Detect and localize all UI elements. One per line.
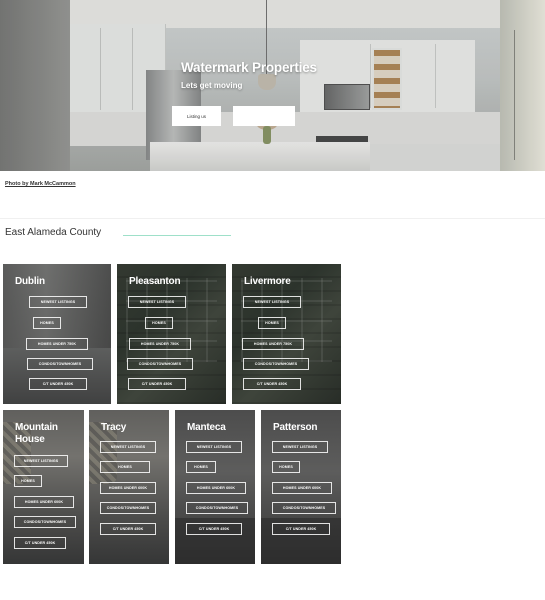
city-link-homes-under-600k[interactable]: HOMES UNDER 600K <box>186 482 246 494</box>
hero-photo-shade <box>0 0 545 171</box>
city-card-title: Tracy <box>101 422 127 433</box>
city-link-newest-listings[interactable]: NEWEST LISTINGS <box>186 441 242 453</box>
city-link-homes-under-600k[interactable]: HOMES UNDER 600K <box>100 482 156 494</box>
city-card-title: Dublin <box>15 276 45 287</box>
city-card-pleasanton: Pleasanton NEWEST LISTINGS HOMES HOMES UNDE… <box>117 264 226 404</box>
city-link-homes[interactable]: HOMES <box>100 461 150 473</box>
city-link-homes-under-600k[interactable]: HOMES UNDER 600K <box>272 482 332 494</box>
section-title-accent-line <box>123 235 231 236</box>
city-link-c-t-under-450k[interactable]: C/T UNDER 450K <box>272 523 330 535</box>
hero-title: Watermark Properties <box>181 60 317 75</box>
city-link-c-t-under-450k[interactable]: C/T UNDER 450K <box>14 537 66 549</box>
hero-banner: Watermark Properties Lets get moving Lis… <box>0 0 545 171</box>
city-link-c-t-under-450k[interactable]: C/T UNDER 450K <box>128 378 186 390</box>
city-link-newest-listings[interactable]: NEWEST LISTINGS <box>272 441 328 453</box>
city-link-newest-listings[interactable]: NEWEST LISTINGS <box>14 455 68 467</box>
city-link-homes[interactable]: HOMES <box>272 461 300 473</box>
city-card-tracy: Tracy NEWEST LISTINGS HOMES HOMES UNDER 600… <box>89 410 169 564</box>
city-card-patterson: Patterson NEWEST LISTINGS HOMES HOMES UNDER… <box>261 410 341 564</box>
hero-subtitle: Lets get moving <box>181 81 243 90</box>
city-link-homes-under-750k[interactable]: HOMES UNDER 750K <box>242 338 304 350</box>
city-card-title: Mountain House <box>15 422 58 445</box>
city-link-c-t-under-450k[interactable]: C/T UNDER 450K <box>100 523 156 535</box>
city-link-condos-townhomes[interactable]: CONDOS/TOWNHOMES <box>127 358 193 370</box>
listing-us-button[interactable]: Listing us <box>172 106 221 126</box>
city-link-c-t-under-450k[interactable]: C/T UNDER 450K <box>243 378 301 390</box>
city-link-homes[interactable]: HOMES <box>14 475 42 487</box>
city-link-homes[interactable]: HOMES <box>186 461 216 473</box>
city-link-c-t-under-450k[interactable]: C/T UNDER 450K <box>186 523 242 535</box>
city-link-condos-townhomes[interactable]: CONDOS/TOWNHOMES <box>27 358 93 370</box>
city-link-homes[interactable]: HOMES <box>33 317 61 329</box>
city-card-livermore: Livermore NEWEST LISTINGS HOMES HOMES UNDER… <box>232 264 341 404</box>
city-card-dublin: Dublin NEWEST LISTINGS HOMES HOMES UNDER 75… <box>3 264 111 404</box>
city-card-title: Livermore <box>244 276 291 287</box>
city-link-newest-listings[interactable]: NEWEST LISTINGS <box>29 296 87 308</box>
city-link-homes-under-750k[interactable]: HOMES UNDER 750K <box>129 338 191 350</box>
city-link-homes-under-600k[interactable]: HOMES UNDER 600K <box>14 496 74 508</box>
city-link-homes-under-750k[interactable]: HOMES UNDER 750K <box>26 338 88 350</box>
city-link-homes[interactable]: HOMES <box>145 317 173 329</box>
section-title: East Alameda County <box>5 227 102 238</box>
city-link-newest-listings[interactable]: NEWEST LISTINGS <box>243 296 301 308</box>
city-card-title: Manteca <box>187 422 226 433</box>
city-link-newest-listings[interactable]: NEWEST LISTINGS <box>100 441 156 453</box>
section-divider <box>0 218 545 219</box>
photo-credit-link[interactable]: Photo by Mark McCammon <box>5 181 76 187</box>
city-card-title: Pleasanton <box>129 276 181 287</box>
city-card-mountain-house: Mountain House NEWEST LISTINGS HOMES HOMES … <box>3 410 84 564</box>
city-link-c-t-under-450k[interactable]: C/T UNDER 450K <box>29 378 87 390</box>
city-link-condos-townhomes[interactable]: CONDOS/TOWNHOMES <box>186 502 248 514</box>
city-link-condos-townhomes[interactable]: CONDOS/TOWNHOMES <box>14 516 76 528</box>
city-link-homes[interactable]: HOMES <box>258 317 286 329</box>
city-link-condos-townhomes[interactable]: CONDOS/TOWNHOMES <box>100 502 156 514</box>
city-link-condos-townhomes[interactable]: CONDOS/TOWNHOMES <box>243 358 309 370</box>
city-link-condos-townhomes[interactable]: CONDOS/TOWNHOMES <box>272 502 336 514</box>
city-link-newest-listings[interactable]: NEWEST LISTINGS <box>128 296 186 308</box>
city-card-manteca: Manteca NEWEST LISTINGS HOMES HOMES UNDER 6… <box>175 410 255 564</box>
city-card-title: Patterson <box>273 422 318 433</box>
hero-secondary-button[interactable] <box>233 106 295 126</box>
